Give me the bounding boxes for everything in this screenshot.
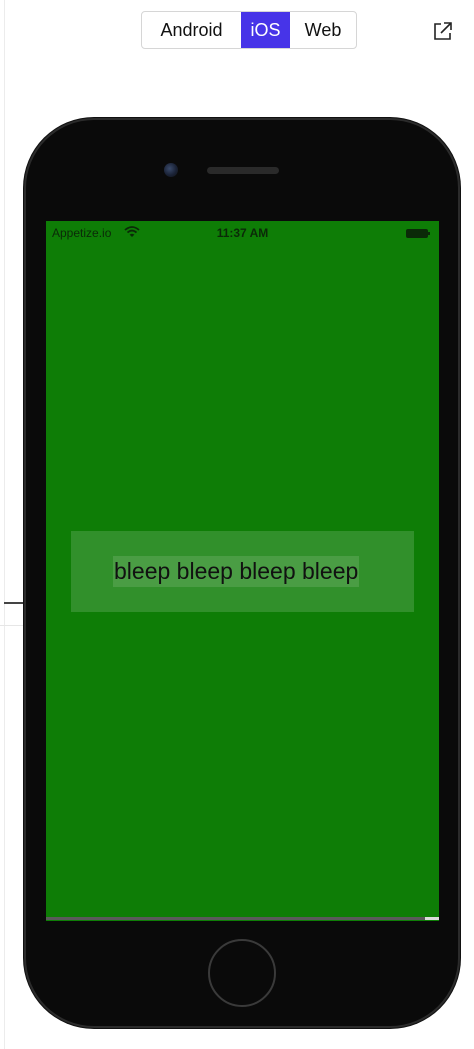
screen-bottom-edge-highlight — [425, 917, 439, 920]
earpiece-speaker — [207, 167, 279, 174]
screen-bottom-edge — [46, 917, 439, 920]
web-tab[interactable]: Web — [290, 12, 356, 48]
battery-icon — [406, 229, 430, 238]
platform-toggle: Android iOS Web — [141, 11, 357, 49]
device-screen[interactable]: Appetize.io 11:37 AM bleep bleep bleep b… — [46, 221, 439, 921]
front-camera — [164, 163, 178, 177]
home-button[interactable] — [208, 939, 276, 1007]
external-link-icon[interactable] — [432, 20, 454, 42]
status-time: 11:37 AM — [216, 226, 269, 240]
ios-tab[interactable]: iOS — [241, 12, 290, 48]
page-edge-marker — [4, 602, 26, 604]
android-tab[interactable]: Android — [142, 12, 241, 48]
content-text[interactable]: bleep bleep bleep bleep — [113, 556, 360, 587]
page-divider — [4, 0, 5, 1049]
status-bar: Appetize.io 11:37 AM — [46, 221, 439, 245]
content-container: bleep bleep bleep bleep — [71, 531, 414, 612]
